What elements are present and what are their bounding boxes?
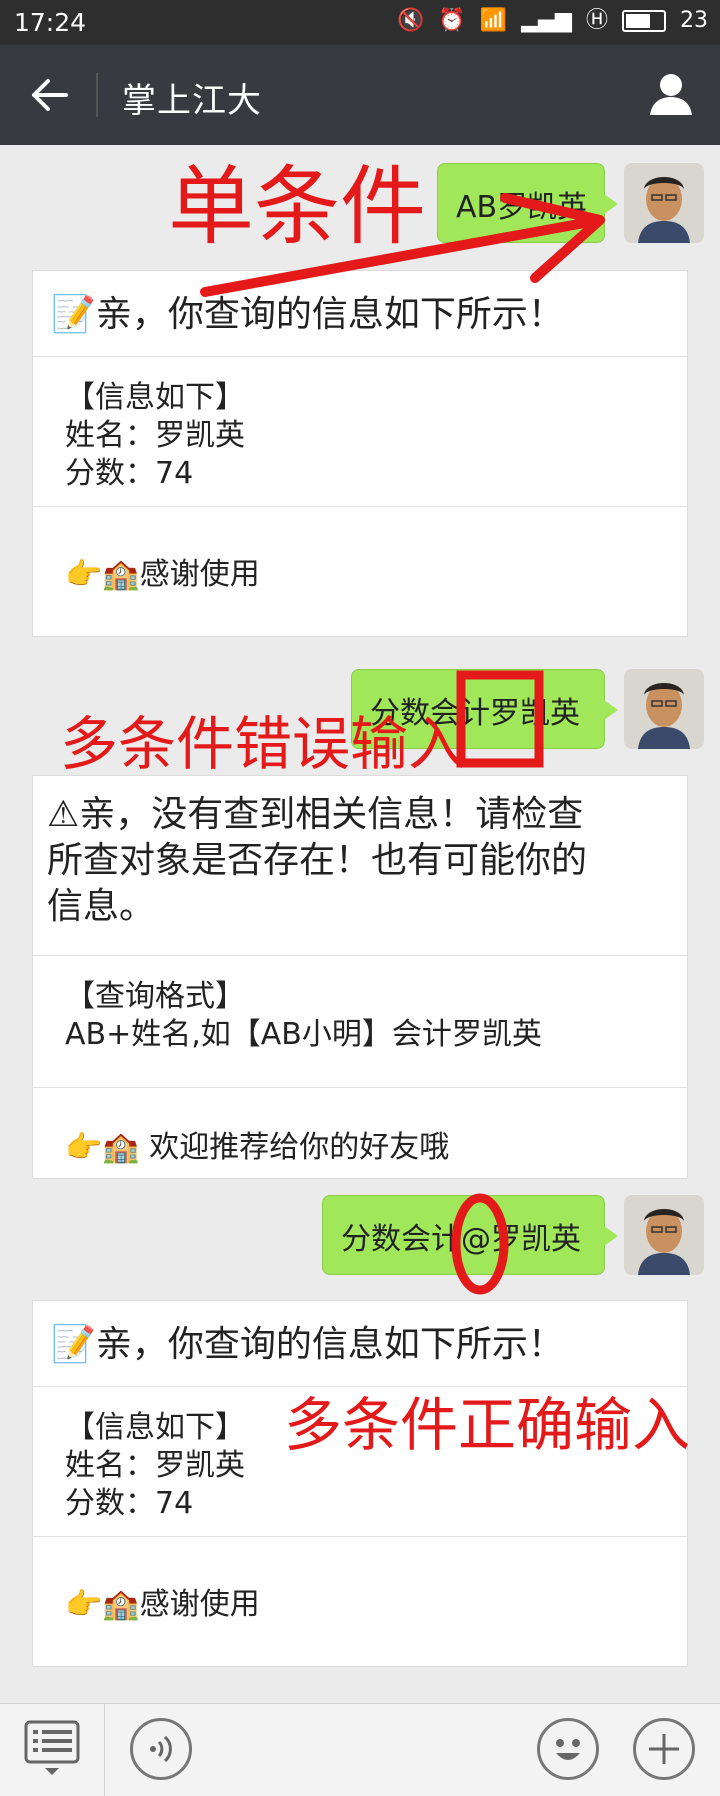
school-icon: 🏫 bbox=[102, 1130, 140, 1165]
status-icons: 🔇 ⏰ 📶 ▂▄▆ Ⓗ 23 bbox=[397, 8, 708, 34]
card-title-row: 📝亲，你查询的信息如下所示！ bbox=[33, 1301, 687, 1387]
card-body: 【信息如下】 姓名：罗凯英 分数：74 bbox=[33, 357, 687, 507]
emoji-button[interactable] bbox=[537, 1718, 599, 1780]
card-footer-text: 感谢使用 bbox=[139, 557, 260, 592]
card-footer: 👉🏫感谢使用 bbox=[33, 1537, 687, 1665]
card-footer: 👉🏫感谢使用 bbox=[33, 507, 687, 635]
annotation-ellipse bbox=[451, 1193, 509, 1295]
user-icon[interactable] bbox=[648, 71, 694, 117]
hd-icon: Ⓗ bbox=[585, 8, 608, 33]
card-title-line: 信息。 bbox=[47, 886, 156, 927]
pointing-hand-icon: 👉 bbox=[65, 1130, 103, 1165]
pointing-hand-icon: 👉 bbox=[65, 1587, 103, 1622]
annotation-arrow bbox=[200, 193, 605, 297]
warning-icon: ⚠ bbox=[47, 794, 80, 835]
plus-icon bbox=[649, 1734, 679, 1764]
memo-icon: 📝 bbox=[51, 294, 96, 335]
emoji-icon bbox=[556, 1739, 580, 1760]
card-title-line: 所查对象是否存在！也有可能你的 bbox=[47, 840, 588, 881]
card-body-line: 【信息如下】 bbox=[65, 380, 245, 415]
alarm-icon: ⏰ bbox=[438, 8, 466, 33]
card-body-line: 分数：74 bbox=[65, 1486, 194, 1521]
card-title-row: ⚠亲，没有查到相关信息！请检查 所查对象是否存在！也有可能你的 信息。 bbox=[33, 776, 687, 956]
card-body-line: 【查询格式】 bbox=[65, 979, 245, 1014]
nav-divider bbox=[96, 73, 98, 117]
voice-icon bbox=[150, 1735, 172, 1763]
voice-button[interactable] bbox=[130, 1718, 192, 1780]
school-icon: 🏫 bbox=[102, 557, 140, 592]
signal-icon: ▂▄▆ bbox=[521, 8, 572, 33]
school-icon: 🏫 bbox=[102, 1587, 140, 1622]
card-title-line: ⚠亲，没有查到相关信息！请检查 bbox=[47, 792, 673, 838]
annotation-box bbox=[456, 670, 544, 768]
card-footer-text: 感谢使用 bbox=[139, 1587, 260, 1622]
user-avatar[interactable] bbox=[624, 1195, 704, 1275]
annotation-multi-wrong: 多条件错误输入 bbox=[60, 710, 467, 778]
annotation-multi-right: 多条件正确输入 bbox=[284, 1391, 691, 1459]
status-bar: 17:24 🔇 ⏰ 📶 ▂▄▆ Ⓗ 23 bbox=[0, 0, 720, 45]
reply-card[interactable]: 📝亲，你查询的信息如下所示！ 【信息如下】 姓名：罗凯英 分数：74 👉🏫感谢使… bbox=[32, 1300, 688, 1667]
user-avatar[interactable] bbox=[624, 163, 704, 243]
card-body-line: 姓名：罗凯英 bbox=[65, 418, 245, 453]
battery-icon bbox=[622, 10, 666, 32]
card-body-line: 分数：74 bbox=[65, 456, 194, 491]
card-footer: 👉🏫 欢迎推荐给你的好友哦 bbox=[33, 1088, 687, 1208]
card-title: 亲，你查询的信息如下所示！ bbox=[95, 1324, 564, 1365]
card-body: 【查询格式】 AB+姓名,如【AB小明】会计罗凯英 bbox=[33, 956, 687, 1088]
battery-level: 23 bbox=[680, 8, 708, 33]
menu-toggle[interactable] bbox=[0, 1704, 105, 1796]
card-body-line: AB+姓名,如【AB小明】会计罗凯英 bbox=[65, 1017, 542, 1052]
back-arrow-icon[interactable] bbox=[28, 73, 72, 117]
card-title-line-text: 亲，没有查到相关信息！请检查 bbox=[79, 794, 584, 835]
wifi-icon: 📶 bbox=[479, 8, 508, 33]
nav-bar: 掌上江大 bbox=[0, 45, 720, 145]
reply-card[interactable]: ⚠亲，没有查到相关信息！请检查 所查对象是否存在！也有可能你的 信息。 【查询格… bbox=[32, 775, 688, 1179]
mute-icon: 🔇 bbox=[397, 8, 425, 33]
reply-card[interactable]: 📝亲，你查询的信息如下所示！ 【信息如下】 姓名：罗凯英 分数：74 👉🏫感谢使… bbox=[32, 270, 688, 637]
plus-button[interactable] bbox=[633, 1718, 695, 1780]
page-title: 掌上江大 bbox=[122, 81, 262, 121]
memo-icon: 📝 bbox=[51, 1324, 96, 1365]
menu-list-icon[interactable] bbox=[24, 1720, 80, 1778]
card-footer-text: 欢迎推荐给你的好友哦 bbox=[149, 1130, 450, 1165]
pointing-hand-icon: 👉 bbox=[65, 557, 103, 592]
user-avatar[interactable] bbox=[624, 669, 704, 749]
status-time: 17:24 bbox=[14, 8, 87, 37]
input-bar bbox=[0, 1703, 720, 1796]
